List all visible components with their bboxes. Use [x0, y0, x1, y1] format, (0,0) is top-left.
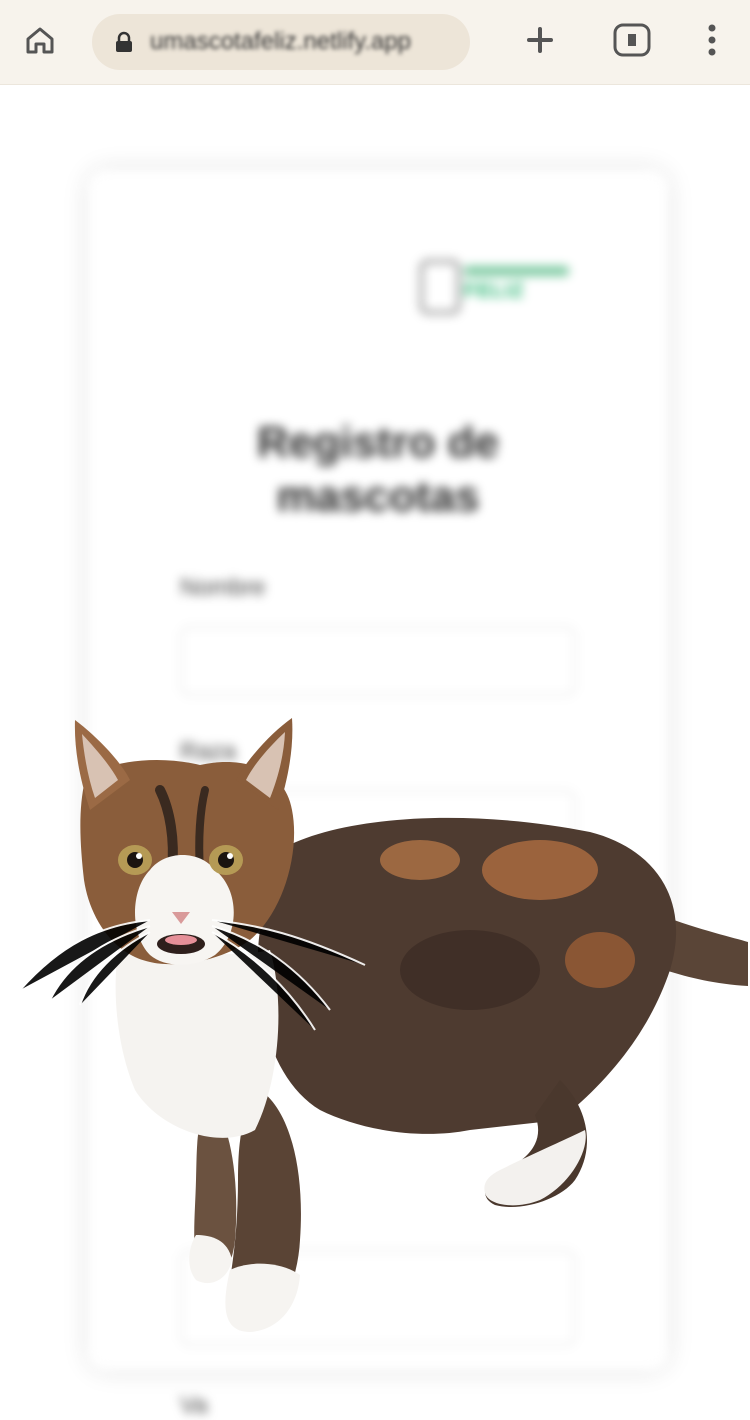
tabs-icon[interactable]	[610, 18, 654, 62]
plus-icon[interactable]	[518, 18, 562, 62]
address-bar[interactable]: umascotafeliz.netlify.app	[92, 14, 470, 70]
page-title: Registro de mascotas	[256, 418, 500, 521]
name-label: Nombre	[180, 574, 266, 601]
name-input[interactable]	[180, 626, 576, 696]
logo-text: FELIZ	[464, 280, 525, 302]
lower-label: Va	[180, 1392, 208, 1419]
url-text[interactable]: umascotafeliz.netlify.app	[150, 28, 411, 56]
lock-icon[interactable]	[112, 30, 136, 54]
home-icon[interactable]	[18, 18, 62, 62]
logo-pet-icon	[420, 260, 460, 314]
calico-cat-image	[0, 700, 750, 1334]
brand-logo: FELIZ	[420, 256, 580, 314]
kebab-menu-icon[interactable]	[690, 18, 734, 62]
browser-toolbar: umascotafeliz.netlify.app	[0, 0, 750, 85]
